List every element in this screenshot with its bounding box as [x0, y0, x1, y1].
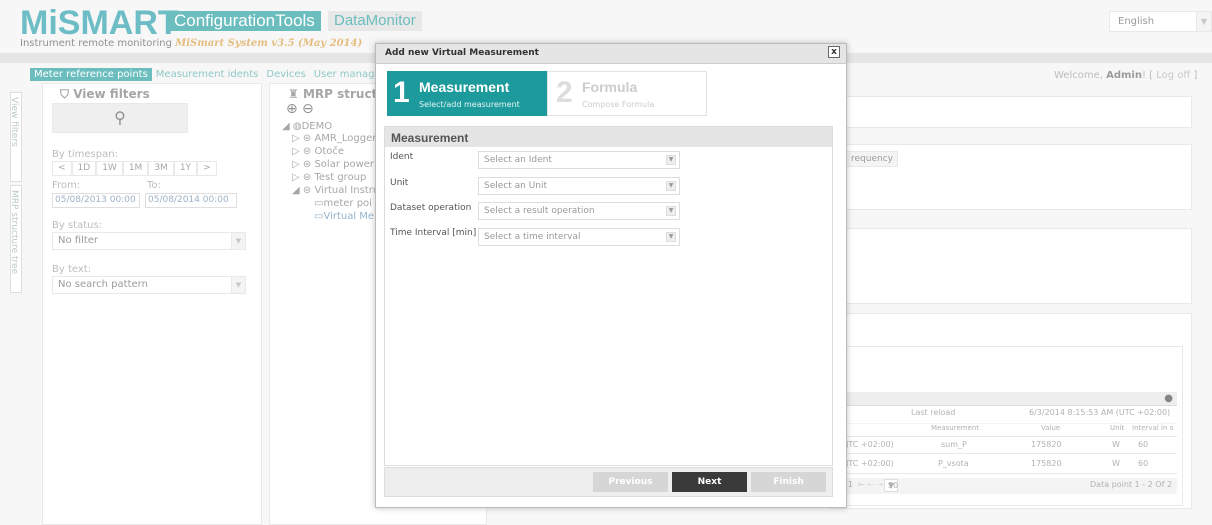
chevron-down-icon: ▼ [666, 232, 676, 242]
step2-title: Formula [582, 79, 638, 95]
dialog-title: Add new Virtual Measurement [385, 48, 539, 58]
chevron-down-icon: ▼ [666, 155, 676, 165]
chevron-down-icon: ▼ [666, 206, 676, 216]
step2-subtitle: Compose Formula [582, 100, 655, 109]
time-interval-select[interactable]: Select a time interval ▼ [478, 228, 680, 246]
unit-select[interactable]: Select an Unit ▼ [478, 177, 680, 195]
step1-subtitle: Select/add measurement [419, 100, 520, 109]
ident-label: Ident [390, 152, 414, 162]
close-icon[interactable]: x [828, 46, 840, 58]
ident-select[interactable]: Select an Ident ▼ [478, 151, 680, 169]
dataset-operation-select[interactable]: Select a result operation ▼ [478, 202, 680, 220]
step1-number: 1 [393, 76, 410, 109]
dataset-operation-label: Dataset operation [390, 203, 472, 213]
time-interval-label: Time Interval [min] [390, 228, 477, 238]
chevron-down-icon: ▼ [666, 181, 676, 191]
finish-button[interactable]: Finish [751, 472, 826, 492]
step2-number: 2 [556, 76, 573, 109]
previous-button[interactable]: Previous [593, 472, 668, 492]
unit-label: Unit [390, 178, 409, 188]
step1-title: Measurement [419, 79, 510, 95]
section-title: Measurement [391, 131, 469, 145]
next-button[interactable]: Next [672, 472, 747, 492]
